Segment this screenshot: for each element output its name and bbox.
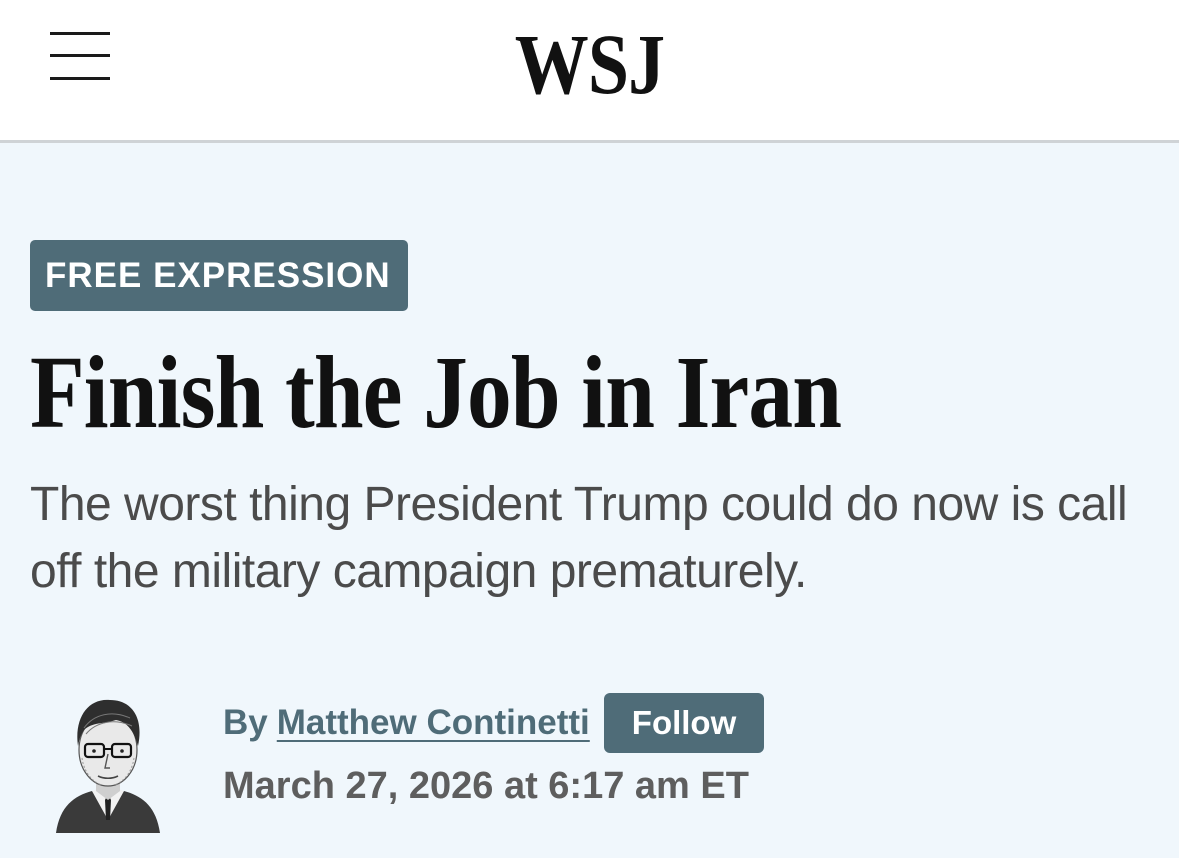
author-avatar[interactable]	[52, 688, 164, 833]
article-headline: Finish the Job in Iran	[30, 335, 842, 450]
author-link[interactable]: Matthew Continetti	[277, 703, 590, 743]
byline-prefix: By	[223, 703, 268, 742]
top-navigation-bar: WSJ	[0, 0, 1179, 143]
follow-button[interactable]: Follow	[603, 693, 765, 753]
wsj-logo[interactable]: WSJ	[83, 14, 1097, 114]
section-tag[interactable]: FREE EXPRESSION	[30, 240, 408, 311]
publish-timestamp: March 27, 2026 at 6:17 am ET	[223, 765, 749, 807]
article-dek: The worst thing President Trump could do…	[30, 478, 1128, 598]
byline: By Matthew Continetti Follow	[223, 693, 765, 753]
